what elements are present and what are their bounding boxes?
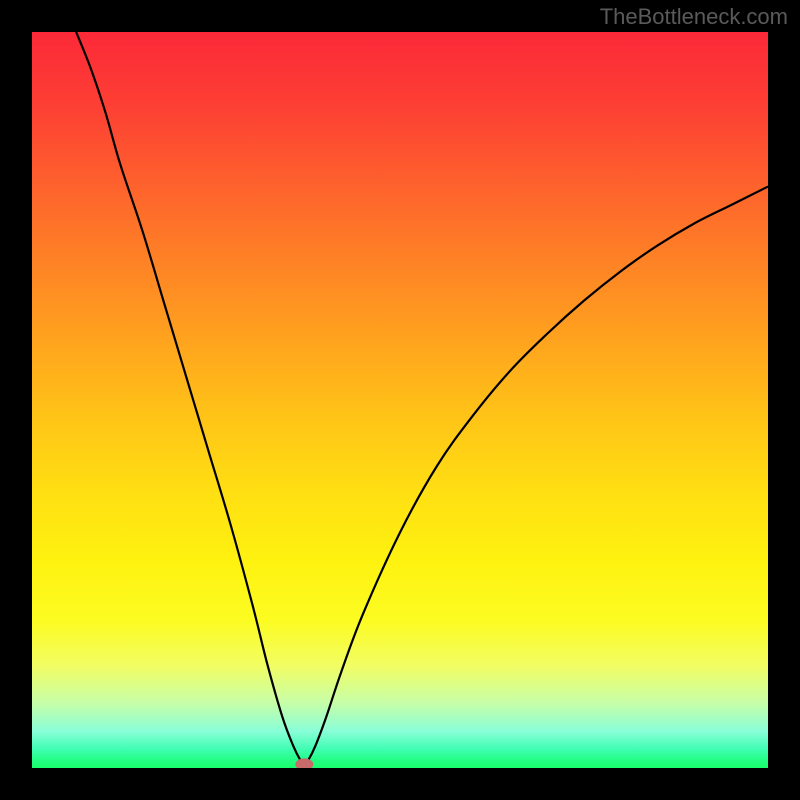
bottleneck-curve: [76, 32, 768, 764]
plot-area: [32, 32, 768, 768]
optimum-marker: [295, 758, 313, 768]
watermark-label: TheBottleneck.com: [600, 4, 788, 30]
chart-svg: [32, 32, 768, 768]
